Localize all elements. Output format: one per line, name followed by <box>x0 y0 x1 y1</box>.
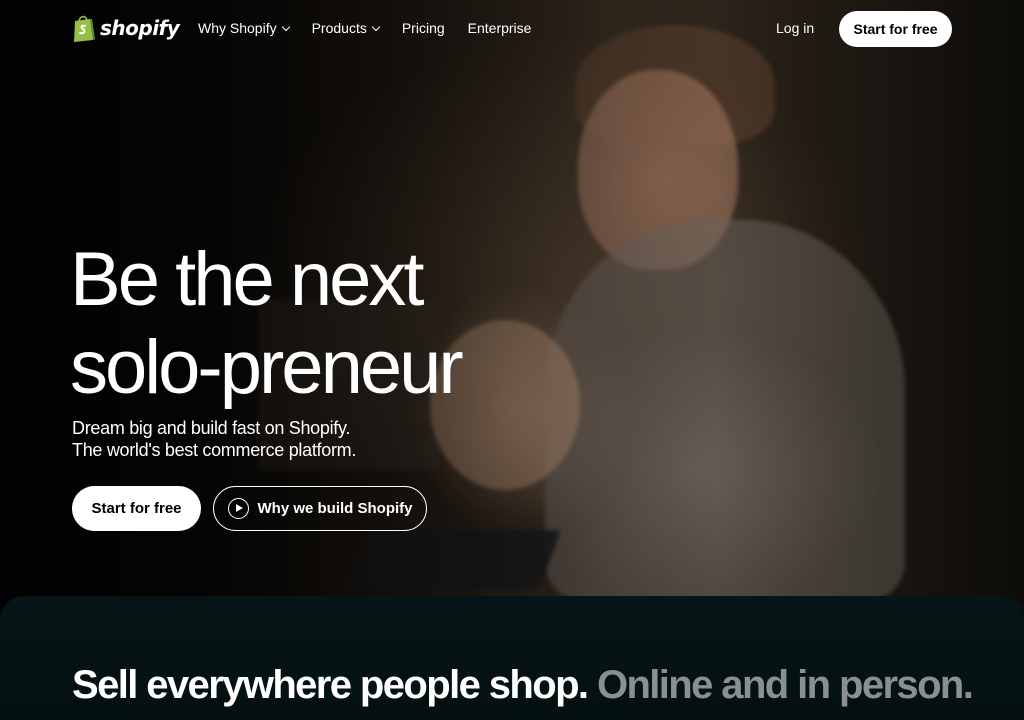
logo-wordmark: shopify <box>100 16 180 40</box>
shopping-bag-icon <box>72 13 96 43</box>
hero-subheading-line-2: The world's best commerce platform. <box>72 440 357 460</box>
shopify-logo[interactable]: shopify <box>72 13 180 43</box>
hero-headline-line-1: Be the next <box>70 237 424 322</box>
start-free-nav-button[interactable]: Start for free <box>839 11 952 47</box>
play-icon <box>227 498 249 519</box>
nav-item-label: Pricing <box>401 20 445 36</box>
primary-nav: Why Shopify Products Pricing Enterprise <box>198 20 554 36</box>
hero-subheading: Dream big and build fast on Shopify. The… <box>72 417 452 461</box>
login-link[interactable]: Log in <box>776 20 814 36</box>
nav-item-label: Enterprise <box>467 20 532 36</box>
nav-item-products[interactable]: Products <box>311 20 381 36</box>
top-nav: shopify Why Shopify Products Pricing Ent… <box>0 0 1024 58</box>
section-headline-strong: Sell everywhere people shop. <box>72 663 589 707</box>
sell-everywhere-section: Sell everywhere people shop. Online and … <box>0 596 1024 720</box>
chevron-down-icon <box>281 22 290 31</box>
start-free-hero-button[interactable]: Start for free <box>72 486 201 531</box>
hero-headline-line-2: solo-preneur <box>70 325 464 410</box>
chevron-down-icon <box>371 22 381 31</box>
section-headline-muted: Online and in person. <box>596 663 974 707</box>
nav-item-label: Why Shopify <box>198 20 277 36</box>
hero-subheading-line-1: Dream big and build fast on Shopify. <box>72 418 351 438</box>
nav-item-label: Products <box>311 20 367 36</box>
hero-headline: Be the next solo-preneur <box>70 236 590 412</box>
why-we-build-label: Why we build Shopify <box>257 500 413 517</box>
why-we-build-button[interactable]: Why we build Shopify <box>213 486 427 531</box>
section-headline: Sell everywhere people shop. Online and … <box>72 662 1012 708</box>
nav-item-enterprise[interactable]: Enterprise <box>468 20 532 36</box>
nav-item-why-shopify[interactable]: Why Shopify <box>198 20 290 36</box>
nav-item-pricing[interactable]: Pricing <box>402 20 445 36</box>
